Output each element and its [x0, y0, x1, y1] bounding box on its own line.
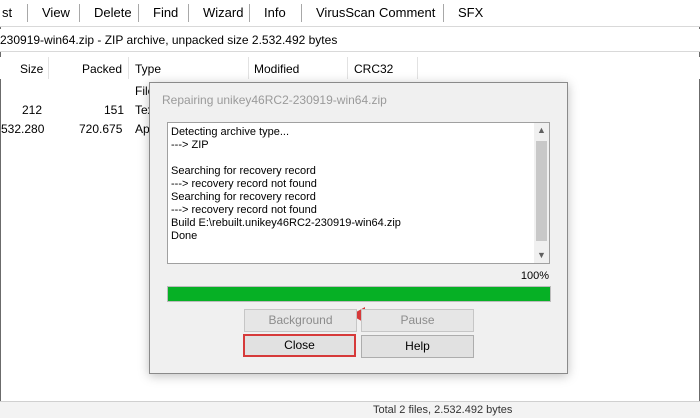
- column-separator: [347, 57, 348, 79]
- log-line-done: Done: [171, 230, 198, 242]
- row-size-cell: 212: [22, 103, 43, 117]
- scroll-up-icon[interactable]: ▲: [534, 123, 549, 138]
- scroll-thumb[interactable]: [536, 141, 547, 241]
- pause-button[interactable]: Pause: [361, 309, 474, 332]
- row-packed-cell: 151: [104, 103, 125, 117]
- archive-info-text: 230919-win64.zip - ZIP archive, unpacked…: [0, 33, 338, 47]
- menu-separator: [249, 4, 250, 22]
- column-separator: [48, 57, 49, 79]
- column-crc32[interactable]: CRC32: [354, 62, 393, 76]
- menu-separator: [188, 4, 189, 22]
- menu-separator: [443, 4, 444, 22]
- menu-item-info[interactable]: Info: [264, 5, 286, 20]
- log-line: Searching for recovery record: [171, 165, 316, 177]
- repair-dialog: Repairing unikey46RC2-230919-win64.zip D…: [149, 82, 568, 374]
- menu-item-view[interactable]: View: [42, 5, 70, 20]
- close-button[interactable]: Close: [243, 334, 356, 357]
- progress-bar: [167, 286, 551, 302]
- menu-item-sfx[interactable]: SFX: [458, 5, 483, 20]
- row-size-cell: 532.280: [1, 122, 45, 136]
- column-separator: [128, 57, 129, 79]
- log-line: Detecting archive type...: [171, 126, 290, 138]
- menu-bar: st View Delete Find Wizard Info VirusSca…: [0, 0, 700, 27]
- row-packed-cell: 720.675: [79, 122, 123, 136]
- scroll-down-icon[interactable]: ▼: [534, 248, 549, 263]
- menu-item-wizard[interactable]: Wizard: [203, 5, 243, 20]
- log-line: Build E:\rebuilt.unikey46RC2-230919-win6…: [171, 217, 401, 229]
- progress-percent: 100%: [520, 270, 549, 282]
- log-line: ---> recovery record not found: [171, 178, 317, 190]
- progress-fill: [168, 287, 550, 301]
- column-packed[interactable]: Packed: [82, 62, 122, 76]
- column-type[interactable]: Type: [135, 62, 161, 76]
- menu-item-find[interactable]: Find: [153, 5, 178, 20]
- log-line: Searching for recovery record: [171, 191, 316, 203]
- log-line: ---> ZIP: [171, 139, 209, 151]
- menu-separator: [138, 4, 139, 22]
- menu-item-delete[interactable]: Delete: [94, 5, 132, 20]
- log-scrollbar[interactable]: ▲ ▼: [534, 123, 549, 263]
- status-text: Total 2 files, 2.532.492 bytes: [373, 404, 513, 416]
- status-bar: Total 2 files, 2.532.492 bytes: [0, 401, 700, 418]
- archive-path-bar: 230919-win64.zip - ZIP archive, unpacked…: [0, 29, 700, 52]
- help-button[interactable]: Help: [361, 335, 474, 358]
- menu-item-virusscan[interactable]: VirusScan: [316, 5, 375, 20]
- menu-item-comment[interactable]: Comment: [379, 5, 435, 20]
- menu-separator: [27, 4, 28, 22]
- column-size[interactable]: Size: [20, 62, 43, 76]
- menu-separator: [79, 4, 80, 22]
- row-type-cell: Ap: [135, 122, 150, 136]
- menu-separator: [301, 4, 302, 22]
- dialog-title: Repairing unikey46RC2-230919-win64.zip: [162, 93, 387, 107]
- column-modified[interactable]: Modified: [254, 62, 299, 76]
- background-button[interactable]: Background: [244, 309, 357, 332]
- log-line: ---> recovery record not found: [171, 204, 317, 216]
- menu-item-list[interactable]: st: [2, 5, 12, 20]
- file-list-header: Size Packed Type Modified CRC32: [0, 57, 700, 79]
- column-separator: [417, 57, 418, 79]
- repair-log[interactable]: Detecting archive type... ---> ZIP Searc…: [167, 122, 550, 264]
- column-separator: [248, 57, 249, 79]
